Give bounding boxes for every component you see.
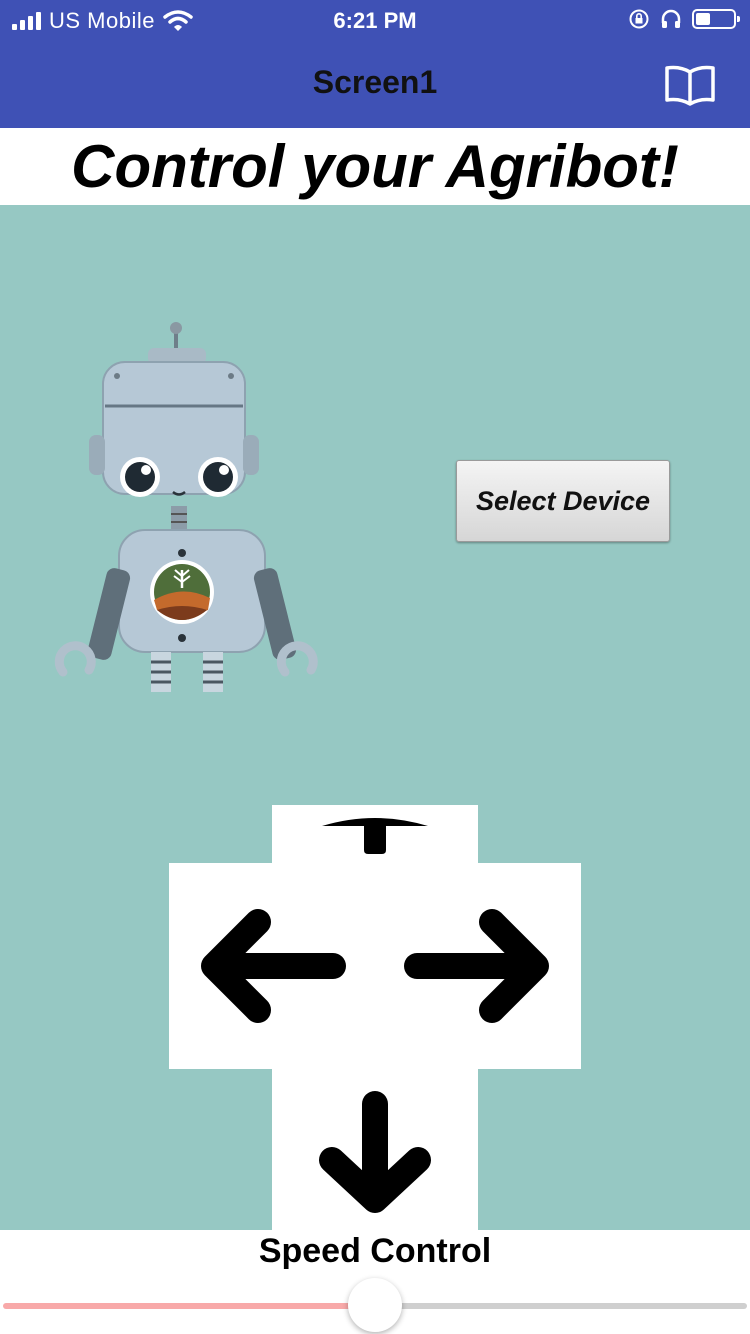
app-bar: Screen1 bbox=[0, 40, 750, 128]
select-device-button[interactable]: Select Device bbox=[456, 460, 670, 542]
headphones-icon bbox=[661, 9, 681, 28]
page-heading: Control your Agribot! bbox=[0, 128, 750, 205]
speed-control-label: Speed Control bbox=[258, 1232, 492, 1270]
slider-thumb[interactable] bbox=[348, 1278, 402, 1332]
arrow-left-button[interactable] bbox=[198, 908, 346, 1024]
orientation-lock-icon bbox=[629, 9, 649, 29]
battery-icon bbox=[692, 9, 740, 29]
app-title: Screen1 bbox=[312, 64, 438, 100]
status-bar: US Mobile 6:21 PM bbox=[0, 0, 750, 40]
status-right bbox=[628, 8, 740, 30]
robot-image bbox=[54, 322, 318, 692]
speed-slider[interactable] bbox=[0, 1278, 750, 1334]
arrow-down-button[interactable] bbox=[316, 1090, 434, 1214]
slider-track-filled bbox=[3, 1303, 375, 1309]
arrow-right-button[interactable] bbox=[404, 908, 552, 1024]
slider-track-empty bbox=[375, 1303, 747, 1309]
arrow-up-button[interactable] bbox=[318, 812, 432, 856]
book-icon[interactable] bbox=[664, 64, 716, 106]
